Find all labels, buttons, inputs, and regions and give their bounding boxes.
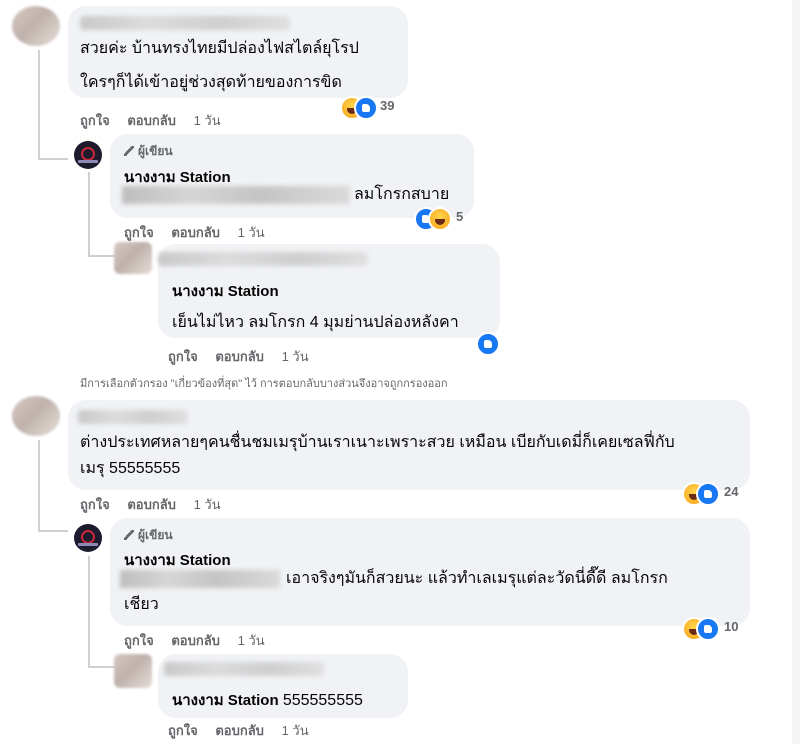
pencil-icon [124,530,134,540]
like-reaction-icon [696,617,720,641]
avatar[interactable] [12,6,60,46]
reply-button[interactable]: ตอบกลับ [215,723,264,738]
commenter-name[interactable] [80,16,290,30]
thread-line [38,530,68,532]
comment-text: ต่างประเทศหลายๆคนชื่นชมเมรุบ้านเราเนาะเพ… [80,434,675,451]
haha-reaction-icon [428,207,452,231]
avatar[interactable] [114,242,152,274]
reply-actions: ถูกใจ ตอบกลับ 1 วัน [124,222,279,243]
reply-text: เชียว [124,596,159,613]
like-button[interactable]: ถูกใจ [124,225,154,240]
comment-text: เมรุ 55555555 [80,460,181,477]
reaction-count: 24 [724,484,739,499]
comment-text: ใครๆก็ได้เข้าอยู่ช่วงสุดท้ายของการขิด [80,74,342,91]
redacted-text [120,570,280,588]
reply-bubble: ผู้เขียน นางงาม Station ลมโกรกสบาย [110,134,474,218]
avatar[interactable] [114,654,152,688]
like-reaction-icon[interactable] [476,332,500,356]
reply-text: เย็นไม่ไหว ลมโกรก 4 มุมย่านปล่องหลังคา [172,314,459,331]
reply-actions: ถูกใจ ตอบกลับ 1 วัน [124,630,279,651]
reaction-summary[interactable]: 5 [414,207,464,231]
author-badge: ผู้เขียน [124,526,173,545]
reply-author[interactable]: นางงาม Station [172,279,279,303]
reply-actions: ถูกใจ ตอบกลับ 1 วัน [168,346,323,367]
page-avatar[interactable] [74,524,102,552]
comment-actions: ถูกใจ ตอบกลับ 1 วัน [80,110,235,131]
reply-actions: ถูกใจ ตอบกลับ 1 วัน [168,720,323,741]
reply-author[interactable]: นางงาม Station [124,548,231,572]
reply-button[interactable]: ตอบกลับ [215,349,264,364]
comment-bubble: สวยค่ะ บ้านทรงไทยมีปล่องไฟสไตล์ยุโรป ใคร… [68,6,408,98]
scrollbar-track[interactable] [792,0,800,744]
avatar[interactable] [12,396,60,436]
like-button[interactable]: ถูกใจ [80,497,110,512]
thread-line [88,255,116,257]
reaction-count: 10 [724,619,739,634]
like-reaction-icon [354,96,378,120]
like-reaction-icon [696,482,720,506]
reaction-count: 5 [456,209,464,224]
comment-bubble: ต่างประเทศหลายๆคนชื่นชมเมรุบ้านเราเนาะเพ… [68,400,750,490]
filter-note: มีการเลือกตัวกรอง "เกี่ยวข้องที่สุด" ไว้… [80,378,448,390]
thread-line [88,666,116,668]
thread-line [38,440,40,532]
redacted-text [122,186,350,204]
reaction-summary[interactable]: 10 [682,617,739,641]
reply-author[interactable]: นางงาม Station 555555555 [172,688,363,712]
commenter-name[interactable] [164,662,324,676]
thread-line [88,172,90,256]
like-button[interactable]: ถูกใจ [168,723,198,738]
thread-line [88,556,90,668]
reaction-summary[interactable]: 24 [682,482,739,506]
timestamp[interactable]: 1 วัน [238,633,265,648]
reply-button[interactable]: ตอบกลับ [171,633,220,648]
reply-bubble: นางงาม Station เย็นไม่ไหว ลมโกรก 4 มุมย่… [158,244,500,338]
reply-button[interactable]: ตอบกลับ [127,497,176,512]
commenter-name[interactable] [158,252,368,266]
page-avatar[interactable] [74,141,102,169]
pencil-icon [124,146,134,156]
reply-text: ลมโกรกสบาย [354,186,450,203]
comment-text: สวยค่ะ บ้านทรงไทยมีปล่องไฟสไตล์ยุโรป [80,40,359,57]
like-button[interactable]: ถูกใจ [168,349,198,364]
thread-line [38,50,40,160]
comment-actions: ถูกใจ ตอบกลับ 1 วัน [80,494,235,515]
timestamp[interactable]: 1 วัน [238,225,265,240]
timestamp[interactable]: 1 วัน [282,723,309,738]
reply-button[interactable]: ตอบกลับ [127,113,176,128]
like-button[interactable]: ถูกใจ [80,113,110,128]
author-badge: ผู้เขียน [124,142,173,161]
commenter-name[interactable] [78,410,188,424]
timestamp[interactable]: 1 วัน [282,349,309,364]
timestamp[interactable]: 1 วัน [194,497,221,512]
reaction-summary[interactable]: 39 [340,96,395,120]
reply-button[interactable]: ตอบกลับ [171,225,220,240]
reaction-count: 39 [380,98,395,113]
reply-text: เอาจริงๆมันก็สวยนะ แล้วทำเลเมรุแต่ละวัดน… [286,570,668,587]
timestamp[interactable]: 1 วัน [194,113,221,128]
reply-bubble: ผู้เขียน นางงาม Station เอาจริงๆมันก็สวย… [110,518,750,626]
reply-text: 555555555 [282,692,363,709]
like-button[interactable]: ถูกใจ [124,633,154,648]
thread-line [38,158,68,160]
reply-bubble: นางงาม Station 555555555 [158,654,408,718]
